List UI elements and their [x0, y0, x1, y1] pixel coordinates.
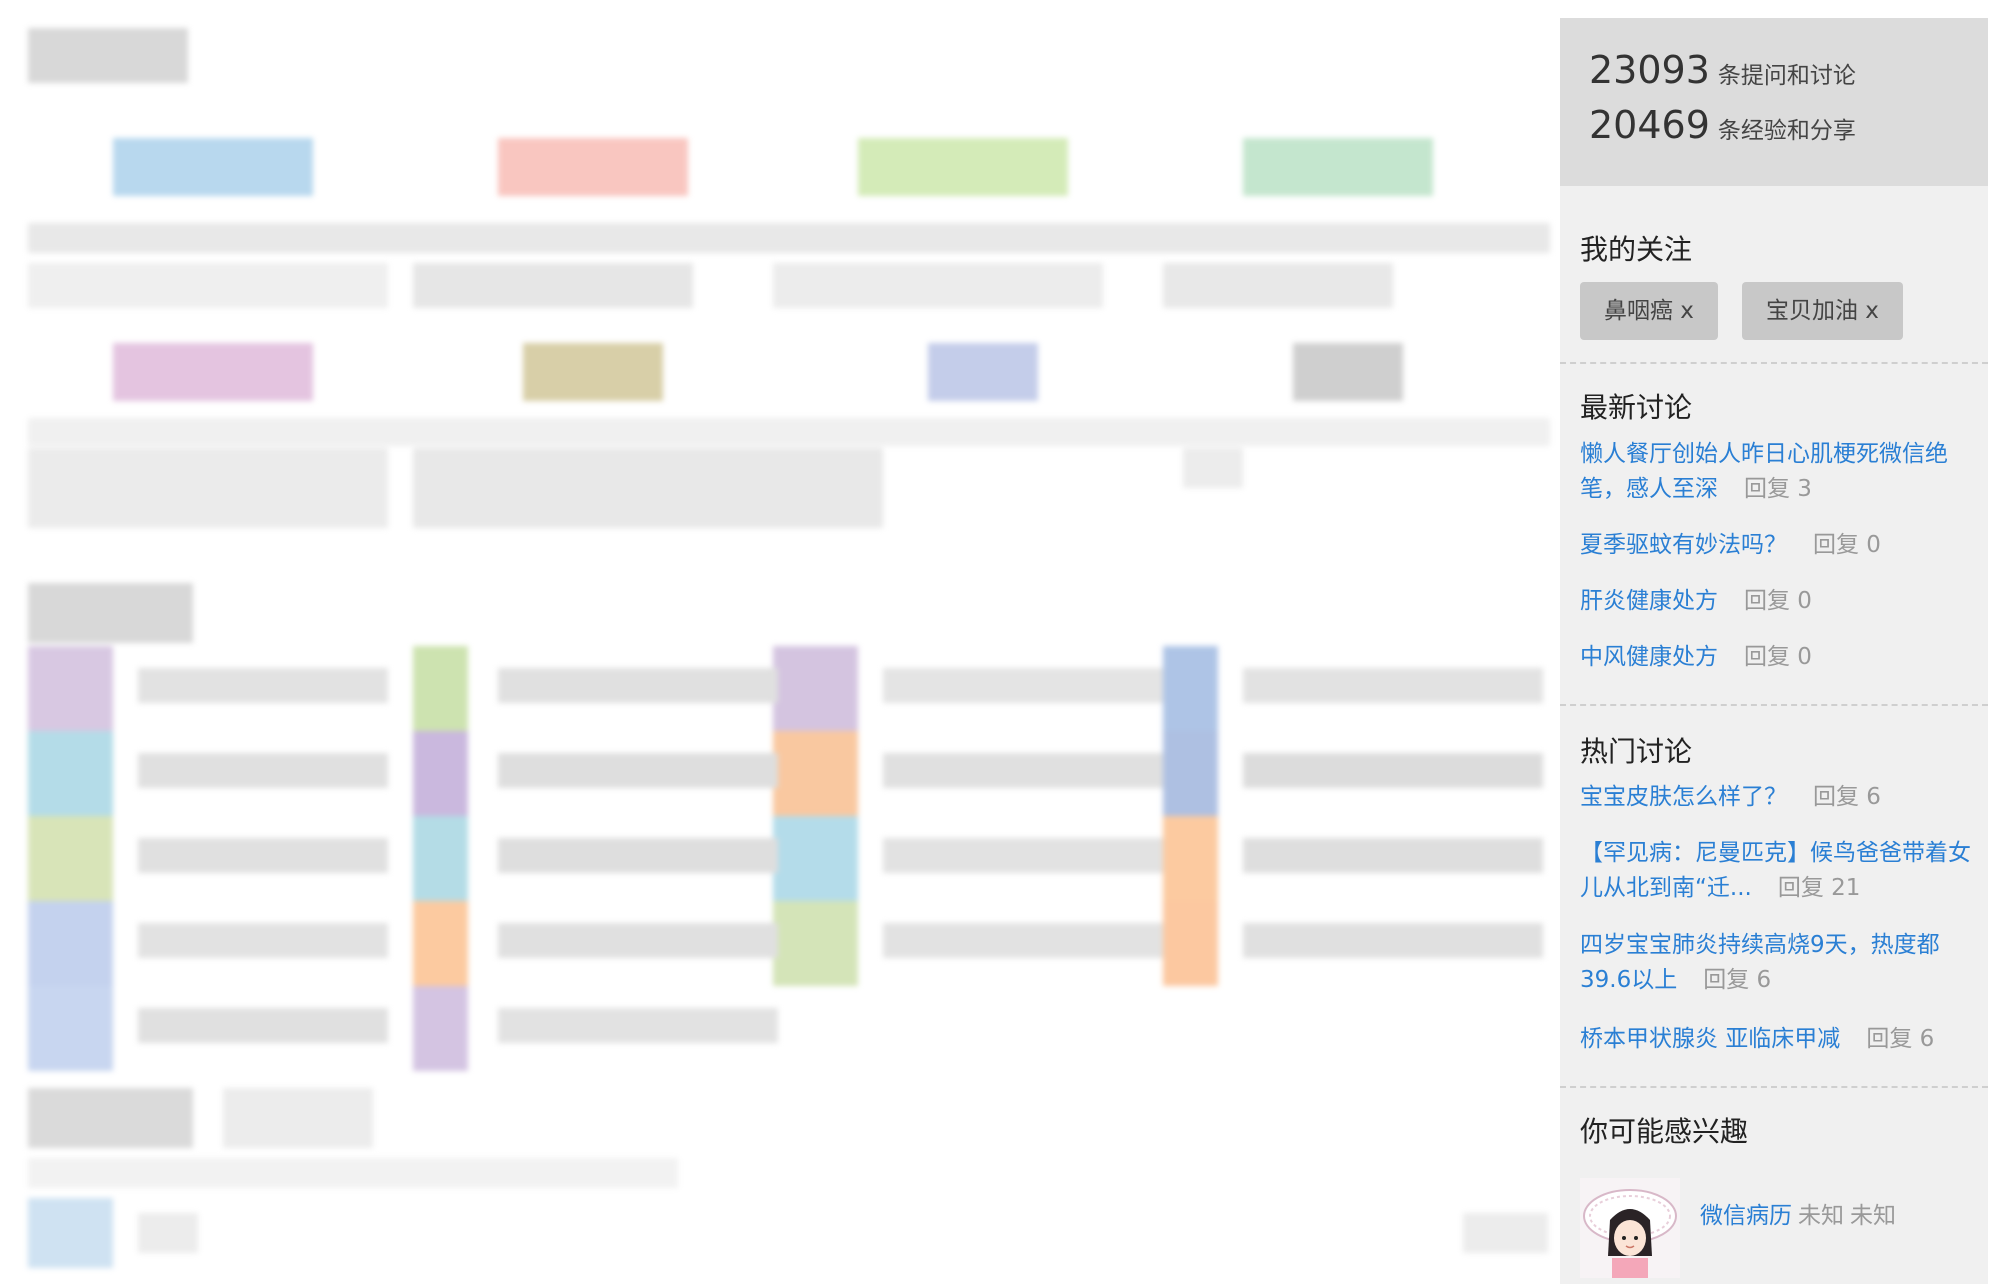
latest-item: 中风健康处方 回复 0: [1580, 640, 1972, 675]
interest-avatar[interactable]: [1580, 1178, 1680, 1278]
interest-meta: 未知: [1798, 1203, 1844, 1229]
interest-item: 微信病历 未知 未知: [1700, 1196, 1896, 1230]
hot-item-link[interactable]: 桥本甲状腺炎 亚临床甲减: [1580, 1026, 1840, 1052]
latest-item-link[interactable]: 夏季驱蚊有妙法吗？: [1580, 532, 1787, 558]
interest-meta: 未知: [1850, 1203, 1896, 1229]
hot-title: 热门讨论: [1580, 735, 1693, 768]
sidebar: 23093 条提问和讨论 20469 条经验和分享 我的关注 鼻咽癌 x 宝贝加油 …: [1560, 18, 1988, 1284]
reply-count: 回复 0: [1744, 644, 1812, 670]
questions-stat: 23093 条提问和讨论: [1589, 48, 1856, 92]
latest-item-link[interactable]: 肝炎健康处方: [1580, 588, 1718, 614]
follow-tag[interactable]: 鼻咽癌 x: [1580, 282, 1718, 340]
reply-count: 回复 21: [1777, 875, 1861, 901]
experiences-stat: 20469 条经验和分享: [1589, 103, 1856, 147]
girl-avatar-icon: [1580, 1178, 1680, 1278]
divider: [1560, 704, 1988, 706]
reply-count: 回复 0: [1744, 588, 1812, 614]
reply-count: 回复 6: [1703, 967, 1772, 993]
hot-item: 四岁宝宝肺炎持续高烧9天，热度都39.6以上 回复 6: [1580, 928, 1972, 998]
experiences-label: 条经验和分享: [1717, 118, 1856, 144]
hot-item: 宝宝皮肤怎么样了？ 回复 6: [1580, 780, 1972, 815]
stats-panel: 23093 条提问和讨论 20469 条经验和分享: [1560, 18, 1988, 186]
divider: [1560, 362, 1988, 364]
latest-item-link[interactable]: 中风健康处方: [1580, 644, 1718, 670]
reply-count: 回复 6: [1813, 784, 1881, 810]
questions-count: 23093: [1589, 48, 1710, 92]
reply-count: 回复 6: [1866, 1026, 1935, 1052]
interest-item-link[interactable]: 微信病历: [1700, 1203, 1792, 1229]
questions-label: 条提问和讨论: [1717, 63, 1856, 89]
reply-count: 回复 0: [1813, 532, 1881, 558]
latest-item: 夏季驱蚊有妙法吗？ 回复 0: [1580, 528, 1972, 563]
experiences-count: 20469: [1589, 103, 1710, 147]
hot-item-link[interactable]: 宝宝皮肤怎么样了？: [1580, 784, 1787, 810]
divider: [1560, 1086, 1988, 1088]
latest-title: 最新讨论: [1580, 391, 1693, 424]
blurred-main-content: [28, 18, 1550, 1284]
follow-tag[interactable]: 宝贝加油 x: [1742, 282, 1903, 340]
latest-item: 懒人餐厅创始人昨日心肌梗死微信绝笔，感人至深 回复 3: [1580, 437, 1972, 507]
reply-count: 回复 3: [1744, 476, 1812, 502]
interest-title: 你可能感兴趣: [1580, 1115, 1749, 1148]
hot-item: 桥本甲状腺炎 亚临床甲减 回复 6: [1580, 1022, 1972, 1057]
hot-item-link[interactable]: 【罕见病：尼曼匹克】候鸟爸爸带着女儿从北到南“迁...: [1580, 840, 1971, 901]
latest-item: 肝炎健康处方 回复 0: [1580, 584, 1972, 619]
hot-item: 【罕见病：尼曼匹克】候鸟爸爸带着女儿从北到南“迁... 回复 21: [1580, 836, 1972, 906]
follow-title: 我的关注: [1580, 233, 1693, 266]
